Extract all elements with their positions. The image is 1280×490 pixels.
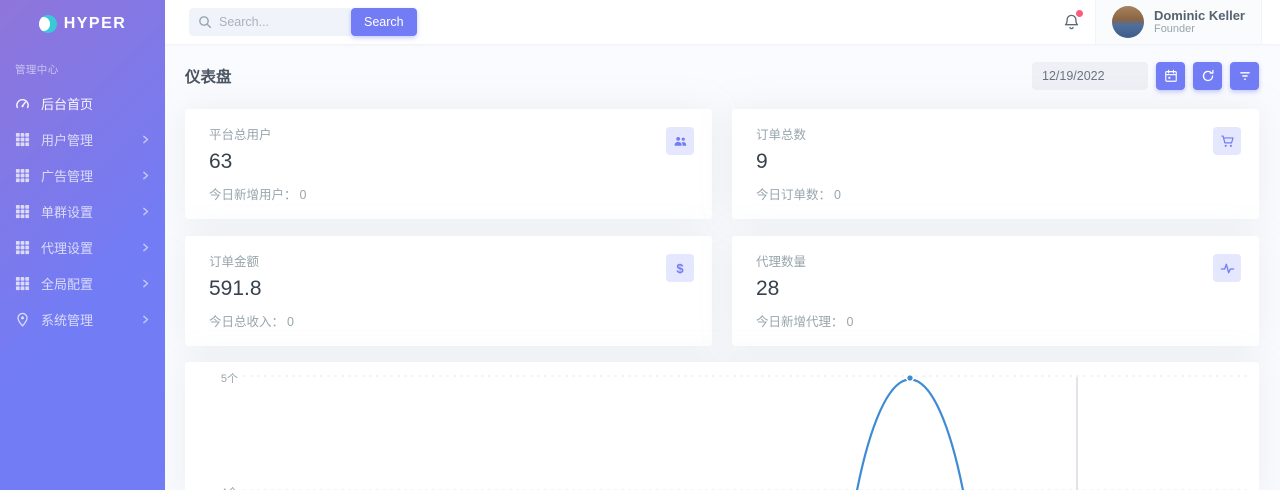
- logo[interactable]: HYPER: [0, 0, 165, 48]
- search-group: Search: [189, 8, 417, 36]
- map-pin-icon: [15, 312, 30, 327]
- grid-icon: [15, 132, 30, 147]
- stat-title: 订单总数: [756, 127, 1235, 143]
- stat-footer: 今日新增代理：0: [756, 314, 1235, 330]
- chart-peak-marker: [907, 375, 914, 382]
- notification-dot: [1076, 10, 1083, 17]
- refresh-button[interactable]: [1193, 62, 1222, 90]
- dashboard-icon: [15, 96, 30, 111]
- stat-footer: 今日新增用户：0: [209, 187, 688, 203]
- grid-icon: [15, 240, 30, 255]
- sidebar-item-home[interactable]: 后台首页: [0, 85, 165, 121]
- logo-icon: [39, 15, 57, 33]
- topbar-right: Dominic Keller Founder: [1049, 0, 1280, 44]
- sidebar: HYPER 管理中心 后台首页 用户管理 广告管理: [0, 0, 165, 490]
- stat-title: 订单金额: [209, 254, 688, 270]
- search-input[interactable]: [189, 8, 351, 36]
- stat-value: 63: [209, 151, 688, 173]
- sidebar-nav: 后台首页 用户管理 广告管理 单群设置: [0, 83, 165, 337]
- stats-grid: 平台总用户 63 今日新增用户：0 订单总数 9 今日订单数：0 订单金额 59…: [185, 109, 1259, 346]
- sidebar-item-users[interactable]: 用户管理: [0, 121, 165, 157]
- search-button[interactable]: Search: [351, 8, 417, 36]
- sidebar-item-label: 用户管理: [41, 130, 93, 149]
- refresh-icon: [1201, 69, 1215, 83]
- page-controls: [1032, 62, 1259, 90]
- stat-title: 平台总用户: [209, 127, 688, 143]
- stat-card-total-users: 平台总用户 63 今日新增用户：0: [185, 109, 712, 219]
- sidebar-item-label: 全局配置: [41, 274, 93, 293]
- notifications-button[interactable]: [1049, 13, 1095, 32]
- sidebar-item-label: 代理设置: [41, 238, 93, 257]
- stat-card-agent-count: 代理数量 28 今日新增代理：0: [732, 236, 1259, 346]
- line-chart-card: 5个 4个: [185, 362, 1259, 490]
- chevron-right-icon: [141, 279, 150, 288]
- filter-icon: [1238, 69, 1252, 83]
- sidebar-item-agent-settings[interactable]: 代理设置: [0, 229, 165, 265]
- stat-footer: 今日总收入：0: [209, 314, 688, 330]
- topbar: Search Dominic Keller Founder: [165, 0, 1280, 44]
- logo-text: HYPER: [64, 15, 127, 33]
- cart-icon: [1213, 127, 1241, 155]
- grid-icon: [15, 168, 30, 183]
- sidebar-item-label: 系统管理: [41, 310, 93, 329]
- user-role: Founder: [1154, 23, 1245, 36]
- sidebar-item-label: 后台首页: [41, 94, 93, 113]
- date-picker-button[interactable]: [1156, 62, 1185, 90]
- sidebar-item-label: 广告管理: [41, 166, 93, 185]
- stat-value: 28: [756, 278, 1235, 300]
- users-icon: [666, 127, 694, 155]
- sidebar-section-label: 管理中心: [0, 48, 165, 83]
- page-header: 仪表盘: [185, 62, 1259, 90]
- chevron-right-icon: [141, 243, 150, 252]
- user-menu[interactable]: Dominic Keller Founder: [1095, 0, 1262, 44]
- chevron-right-icon: [141, 135, 150, 144]
- sidebar-item-global-config[interactable]: 全局配置: [0, 265, 165, 301]
- chevron-right-icon: [141, 207, 150, 216]
- stat-card-total-orders: 订单总数 9 今日订单数：0: [732, 109, 1259, 219]
- dollar-icon: $: [666, 254, 694, 282]
- stat-card-order-amount: 订单金额 591.8 今日总收入：0 $: [185, 236, 712, 346]
- main-area: Search Dominic Keller Founder 仪表盘: [165, 0, 1280, 490]
- avatar: [1112, 6, 1144, 38]
- stat-value: 9: [756, 151, 1235, 173]
- stat-footer: 今日订单数：0: [756, 187, 1235, 203]
- stat-title: 代理数量: [756, 254, 1235, 270]
- user-name: Dominic Keller: [1154, 8, 1245, 23]
- grid-icon: [15, 276, 30, 291]
- activity-icon: [1213, 254, 1241, 282]
- page-title: 仪表盘: [185, 65, 232, 87]
- filter-button[interactable]: [1230, 62, 1259, 90]
- grid-icon: [15, 204, 30, 219]
- sidebar-item-system[interactable]: 系统管理: [0, 301, 165, 337]
- calendar-icon: [1164, 69, 1178, 83]
- line-chart[interactable]: [185, 362, 1259, 490]
- sidebar-item-label: 单群设置: [41, 202, 93, 221]
- sidebar-item-ads[interactable]: 广告管理: [0, 157, 165, 193]
- stat-value: 591.8: [209, 278, 688, 300]
- chart-series-line: [849, 380, 971, 490]
- sidebar-item-group-settings[interactable]: 单群设置: [0, 193, 165, 229]
- chevron-right-icon: [141, 171, 150, 180]
- chevron-right-icon: [141, 315, 150, 324]
- date-input[interactable]: [1032, 62, 1148, 90]
